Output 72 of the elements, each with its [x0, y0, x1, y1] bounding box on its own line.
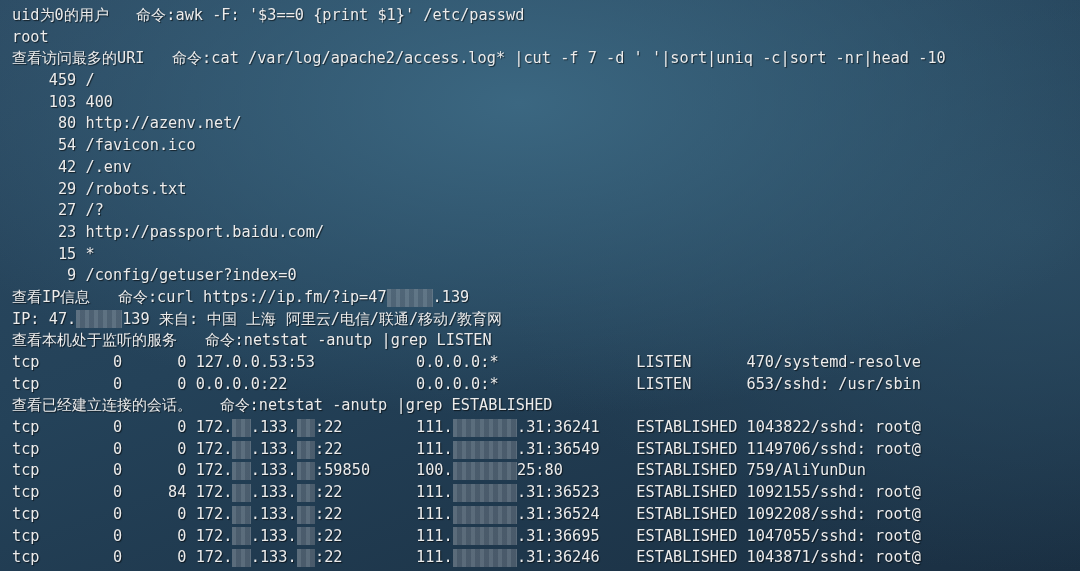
redaction-block: [452, 483, 517, 502]
terminal-text: .31:36695 ESTABLISHED 1047055/sshd: root@: [517, 525, 921, 547]
terminal-text: .31:36241 ESTABLISHED 1043822/sshd: root@: [517, 417, 921, 439]
terminal-text: .31:36549 ESTABLISHED 1149706/sshd: root@: [517, 438, 921, 460]
terminal-text: tcp 0 0 172.: [12, 417, 233, 439]
terminal-text: 29 /robots.txt: [56, 178, 187, 200]
terminal-text: .133.: [250, 417, 297, 439]
terminal-text: :22 111.: [315, 525, 453, 547]
redaction-block: [296, 505, 315, 524]
terminal-text: 查看本机处于监听的服务 命令:netstat -anutp |grep LISTEN: [12, 330, 492, 352]
terminal-text: .133.: [250, 547, 297, 569]
redaction-block: [232, 440, 251, 459]
terminal-text: 54 /favicon.ico: [56, 135, 196, 157]
terminal-text: .133.: [250, 525, 297, 547]
terminal-text: 80 http://azenv.net/: [56, 113, 242, 135]
terminal-text: .133.: [250, 482, 297, 504]
terminal-text: 459 /: [47, 70, 95, 92]
terminal-text: uid为0的用户 命令:awk -F: '$3==0 {print $1}' /etc/passwd: [12, 5, 525, 26]
terminal-text: 查看IP信息 命令:curl https://ip.fm/?ip=47: [12, 286, 387, 308]
terminal-text: tcp 0 0 0.0.0.0:22 0.0.0.0:* LISTEN 653/sshd: /usr/sbin: [12, 373, 921, 395]
terminal-text: tcp 0 0 172.: [12, 547, 233, 569]
terminal-text: 查看已经建立连接的会话。 命令:netstat -anutp |grep ESTABLISHED: [12, 395, 553, 417]
terminal-text: .133.: [250, 503, 297, 525]
terminal-text: 15 *: [56, 243, 95, 265]
redaction-block: [296, 440, 315, 459]
redaction-block: [232, 462, 251, 481]
terminal-text: :59850 100.: [315, 460, 453, 482]
redaction-block: [452, 505, 517, 524]
redaction-block: [232, 549, 251, 568]
terminal-text: :22 111.: [315, 417, 453, 439]
terminal-text: .31:36246 ESTABLISHED 1043871/sshd: root@: [517, 547, 921, 569]
terminal-text: :22 111.: [315, 438, 453, 460]
terminal-text: .139: [432, 286, 470, 308]
terminal-text: root: [12, 26, 49, 48]
terminal-text: 查看访问最多的URI 命令:cat /var/log/apache2/access.log* |cut -f 7 -d ' '|sort|uniq -c|sort -nr|head -10: [12, 48, 946, 70]
redaction-block: [386, 288, 433, 307]
redaction-block: [232, 418, 251, 437]
redaction-block: [452, 440, 517, 459]
terminal-text: :22 111.: [315, 482, 453, 504]
terminal-text: 25:80 ESTABLISHED 759/AliYunDun: [517, 460, 866, 482]
terminal-text: 139 来自: 中国 上海 阿里云/电信/联通/移动/教育网: [122, 308, 503, 330]
redaction-block: [452, 527, 517, 546]
terminal-text: 103 400: [47, 91, 113, 113]
redaction-block: [452, 418, 517, 437]
terminal-text: tcp 0 0 172.: [12, 438, 233, 460]
redaction-block: [232, 483, 251, 502]
redaction-block: [232, 527, 251, 546]
terminal-text: .133.: [250, 460, 297, 482]
terminal-text: tcp 0 84 172.: [12, 482, 233, 504]
redaction-block: [296, 462, 315, 481]
terminal-text: tcp 0 0 172.: [12, 460, 233, 482]
terminal-text: :22 111.: [315, 547, 453, 569]
terminal-text: 42 /.env: [56, 156, 132, 178]
terminal-text: :22 111.: [315, 503, 453, 525]
terminal-text: tcp 0 0 172.: [12, 525, 233, 547]
terminal-text: 9 /config/getuser?index=0: [66, 265, 297, 287]
redaction-block: [452, 462, 517, 481]
terminal-text: .31:36523 ESTABLISHED 1092155/sshd: root@: [517, 482, 921, 504]
redaction-block: [296, 549, 315, 568]
redaction-block: [452, 549, 517, 568]
redaction-block: [232, 505, 251, 524]
terminal-text: tcp 0 0 127.0.0.53:53 0.0.0.0:* LISTEN 470/systemd-resolve: [12, 352, 921, 373]
terminal-text: .31:36524 ESTABLISHED 1092208/sshd: root@: [517, 503, 921, 525]
terminal-text: 23 http://passport.baidu.com/: [56, 221, 325, 243]
terminal-text: IP: 47.: [12, 308, 77, 330]
redaction-block: [296, 483, 315, 502]
redaction-block: [76, 310, 123, 329]
terminal-text: .133.: [250, 438, 297, 460]
terminal-text: 27 /?: [56, 200, 104, 222]
redaction-block: [296, 418, 315, 437]
terminal-text: tcp 0 0 172.: [12, 503, 233, 525]
redaction-block: [296, 527, 315, 546]
